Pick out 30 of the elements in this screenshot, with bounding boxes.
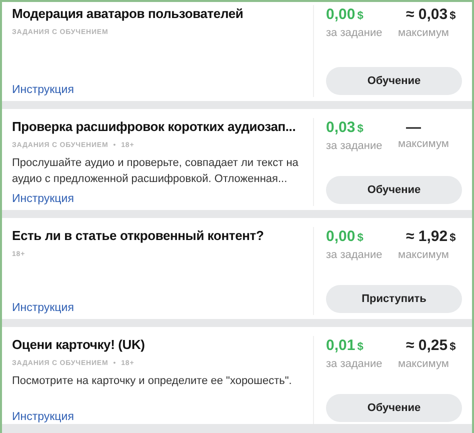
task-title: Оцени карточку! (UK)	[12, 336, 146, 354]
price-label: за задание	[326, 358, 384, 370]
task-title: Есть ли в статье откровенный контент?	[12, 227, 265, 245]
max-earnings: ≈ 0,03$	[405, 5, 457, 25]
task-title: Проверка расшифровок коротких аудиозап...	[12, 118, 297, 136]
max-earnings: ≈ 0,25$	[405, 336, 457, 356]
price-per-task: 0,03$	[326, 118, 364, 138]
task-description: Прослушайте аудио и проверьте, совпадает ли текст на аудио с предложенной расшифровкой. Отложенная...	[12, 156, 300, 187]
instruction-link[interactable]: Инструкция	[12, 406, 74, 424]
instruction-link[interactable]: Инструкция	[12, 297, 74, 315]
price-label: максимум	[398, 27, 450, 39]
training-button[interactable]: Обучение	[326, 176, 462, 204]
price-label: за задание	[326, 249, 384, 261]
start-button[interactable]: Приступить	[326, 285, 462, 313]
task-title: Модерация аватаров пользователей	[12, 5, 244, 23]
training-button[interactable]: Обучение	[326, 67, 462, 95]
max-earnings: ≈ 1,92$	[405, 227, 457, 247]
price-label: за задание	[326, 140, 384, 152]
price-per-task: 0,00$	[326, 5, 364, 25]
max-earnings: —	[405, 118, 422, 137]
instruction-link[interactable]: Инструкция	[12, 188, 74, 206]
instruction-link[interactable]: Инструкция	[12, 79, 74, 97]
price-label: максимум	[398, 138, 450, 150]
price-label: максимум	[398, 249, 450, 261]
price-label: за задание	[326, 27, 384, 39]
task-description: Посмотрите на карточку и определите ее "хорошесть".	[12, 374, 293, 389]
training-button[interactable]: Обучение	[326, 394, 462, 422]
price-label: максимум	[398, 358, 450, 370]
price-per-task: 0,01$	[326, 336, 364, 356]
price-per-task: 0,00$	[326, 227, 364, 247]
